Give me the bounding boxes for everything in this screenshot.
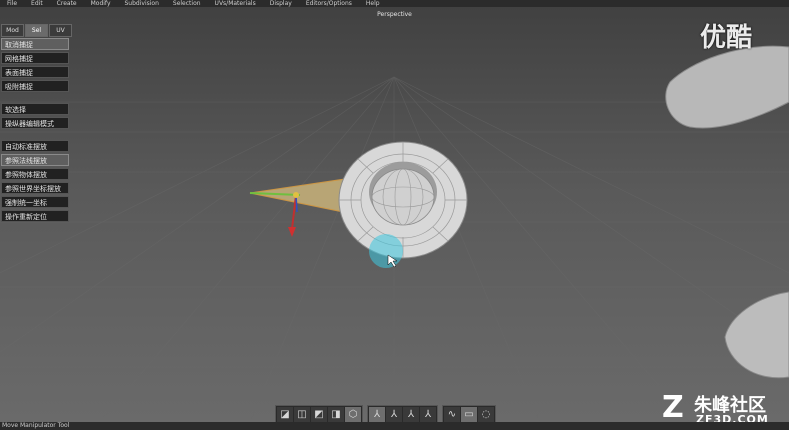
lasso-icon[interactable]: ∿ [444,407,460,422]
menu-create[interactable]: Create [50,0,84,7]
sphere-object [371,168,435,226]
object-placement-button[interactable]: 参照物体摆放 [1,168,69,180]
menu-display[interactable]: Display [263,0,299,7]
wire-cube-icon[interactable]: ◫ [294,407,310,422]
auto-placement-button[interactable]: 自动标准摆放 [1,140,69,152]
axis-icon-1[interactable]: ⅄ [369,407,385,422]
surface-snap-button[interactable]: 表面捕捉 [1,66,69,78]
shading-toolbar-group: ◪ ◫ ◩ ◨ ⬡ [275,405,363,422]
site-url: ZF3D.COM [696,413,769,422]
menu-selection[interactable]: Selection [166,0,208,7]
foot-model-top [665,45,789,129]
shaded-cube-icon[interactable]: ◪ [277,407,293,422]
attach-snap-button[interactable]: 吸附捕捉 [1,80,69,92]
marquee-icon[interactable]: ▭ [461,407,477,422]
normal-placement-button[interactable]: 参照法线摆放 [1,154,69,166]
snap-panel: 取消捕捉 网格捕捉 表面捕捉 吸附捕捉 软选择 操纵器编辑模式 自动标准摆放 参… [1,38,69,224]
tab-sel[interactable]: Sel [25,24,48,37]
menu-subdivision[interactable]: Subdivision [118,0,166,7]
tab-mod[interactable]: Mod [1,24,24,37]
axis-icon-3[interactable]: ⅄ [403,407,419,422]
cancel-snap-button[interactable]: 取消捕捉 [1,38,69,50]
foot-model-bottom [724,291,789,379]
reposition-manipulator-button[interactable]: 操作重新定位 [1,210,69,222]
perspective-viewport[interactable]: Perspective Mod Sel UV 取消捕捉 网格捕捉 表面捕捉 吸附… [0,7,789,422]
world-placement-button[interactable]: 参照世界坐标摆放 [1,182,69,194]
menu-help[interactable]: Help [359,0,387,7]
paint-select-icon[interactable]: ◌ [478,407,494,422]
menu-modify[interactable]: Modify [84,0,118,7]
flat-cube-icon[interactable]: ◩ [311,407,327,422]
menu-edit[interactable]: Edit [24,0,50,7]
status-bar: Move Manipulator Tool [0,422,789,430]
youku-watermark: 优酷 [700,23,753,53]
bottom-toolbar: ◪ ◫ ◩ ◨ ⬡ ⅄ ⅄ ⅄ ⅄ ∿ ▭ ◌ [275,405,496,422]
soft-select-button[interactable]: 软选择 [1,103,69,115]
menu-bar: File Edit Create Modify Subdivision Sele… [0,0,789,7]
menu-file[interactable]: File [0,0,24,7]
axis-icon-4[interactable]: ⅄ [420,407,436,422]
grid-snap-button[interactable]: 网格捕捉 [1,52,69,64]
site-logo-icon: Z [662,390,684,423]
axis-toolbar-group: ⅄ ⅄ ⅄ ⅄ [367,405,438,422]
hex-icon[interactable]: ⬡ [345,407,361,422]
menu-uvs-materials[interactable]: UVs/Materials [208,0,263,7]
scene-geometry [249,45,789,379]
axis-icon-2[interactable]: ⅄ [386,407,402,422]
tab-uv[interactable]: UV [49,24,72,37]
cone-object [249,178,349,214]
manipulator-edit-mode-button[interactable]: 操纵器编辑模式 [1,117,69,129]
soft-select-brush [369,234,403,268]
force-unified-coords-button[interactable]: 强制统一坐标 [1,196,69,208]
select-toolbar-group: ∿ ▭ ◌ [442,405,496,422]
smooth-cube-icon[interactable]: ◨ [328,407,344,422]
mode-tabs: Mod Sel UV [1,24,72,37]
menu-editors-options[interactable]: Editors/Options [299,0,359,7]
